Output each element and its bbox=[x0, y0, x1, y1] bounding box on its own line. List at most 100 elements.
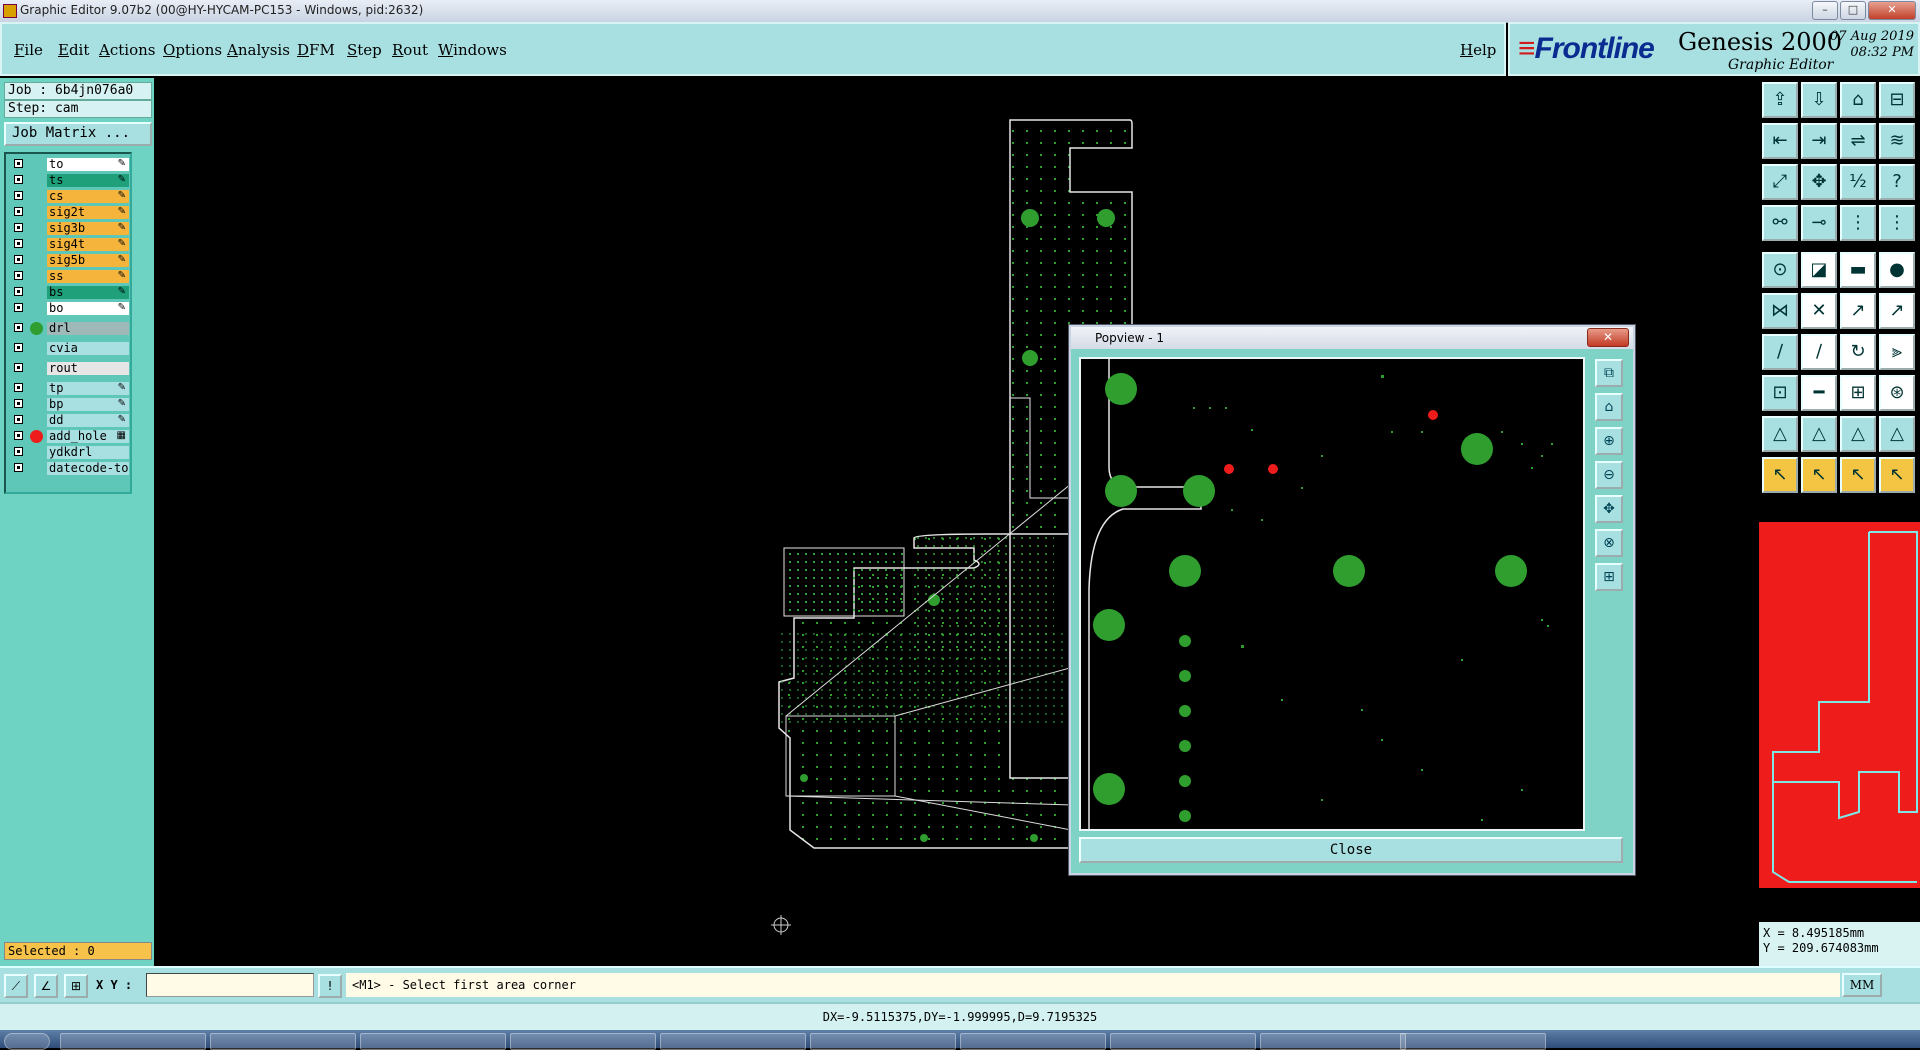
mirror-icon[interactable]: ⫸ bbox=[1879, 334, 1915, 370]
text-icon[interactable]: △ bbox=[1762, 416, 1798, 452]
taskbar-item[interactable] bbox=[360, 1033, 506, 1050]
taskbar-item[interactable] bbox=[960, 1033, 1106, 1050]
layer-row[interactable]: cs ✎ bbox=[10, 190, 129, 204]
layer-name[interactable]: rout bbox=[47, 362, 129, 375]
layer-checkbox[interactable] bbox=[14, 383, 23, 392]
layer-name[interactable]: drl bbox=[47, 322, 129, 335]
maximize-button[interactable]: □ bbox=[1840, 1, 1866, 20]
select-multi-icon[interactable]: ↖ bbox=[1879, 457, 1915, 493]
popview-title-bar[interactable]: Popview - 1 ✕ bbox=[1071, 327, 1633, 349]
taskbar-item[interactable] bbox=[1400, 1033, 1546, 1050]
menu-help[interactable]: Help bbox=[1460, 41, 1496, 59]
step-out-icon[interactable]: ⇥ bbox=[1801, 123, 1837, 159]
popview-canvas[interactable] bbox=[1079, 357, 1585, 831]
line-draw-icon[interactable]: ◪ bbox=[1801, 252, 1837, 288]
contour-icon[interactable]: ⊛ bbox=[1879, 375, 1915, 411]
job-matrix-button[interactable]: Job Matrix ... bbox=[4, 122, 152, 146]
taskbar-item[interactable] bbox=[60, 1033, 206, 1050]
window-icon[interactable]: ⊟ bbox=[1879, 82, 1915, 118]
xy-input[interactable] bbox=[146, 973, 314, 997]
measure-icon[interactable]: ⚯ bbox=[1762, 205, 1798, 241]
select-icon[interactable]: ↖ bbox=[1762, 457, 1798, 493]
grid-icon[interactable]: ⋮ bbox=[1879, 205, 1915, 241]
layer-row[interactable]: to ✎ bbox=[10, 158, 129, 172]
layer-name[interactable]: ydkdrl bbox=[47, 446, 129, 459]
layer-checkbox[interactable] bbox=[14, 239, 23, 248]
save-icon[interactable]: ⇩ bbox=[1801, 82, 1837, 118]
home-icon[interactable]: ⌂ bbox=[1840, 82, 1876, 118]
layer-checkbox[interactable] bbox=[14, 223, 23, 232]
fit-icon[interactable]: ⤢ bbox=[1762, 164, 1798, 200]
open-icon[interactable]: ⇪ bbox=[1762, 82, 1798, 118]
taskbar-item[interactable] bbox=[660, 1033, 806, 1050]
pad-icon[interactable]: ⊙ bbox=[1762, 252, 1798, 288]
layer-checkbox[interactable] bbox=[14, 415, 23, 424]
layer-name[interactable]: datecode-to bbox=[47, 462, 129, 475]
arc-poly-icon[interactable]: △ bbox=[1840, 416, 1876, 452]
zoom-in-icon[interactable]: ⊕ bbox=[1595, 427, 1623, 455]
layer-checkbox[interactable] bbox=[14, 447, 23, 456]
layer-checkbox[interactable] bbox=[14, 463, 23, 472]
layer-name[interactable]: cvia bbox=[47, 342, 129, 355]
layer-row[interactable]: sig3b ✎ bbox=[10, 222, 129, 236]
layer-icon[interactable]: ⇌ bbox=[1840, 123, 1876, 159]
snap-icon[interactable]: ⋮ bbox=[1840, 205, 1876, 241]
close-window-button[interactable]: ✕ bbox=[1868, 1, 1916, 20]
info-icon[interactable]: ! bbox=[318, 974, 342, 998]
layer-row[interactable]: drl bbox=[10, 322, 129, 336]
surface-icon[interactable]: ▬ bbox=[1840, 252, 1876, 288]
scale-icon[interactable]: ½ bbox=[1840, 164, 1876, 200]
layer-checkbox[interactable] bbox=[14, 287, 23, 296]
layer-checkbox[interactable] bbox=[14, 255, 23, 264]
board-minimap[interactable] bbox=[1759, 522, 1920, 888]
resize-icon[interactable]: ⊞ bbox=[1840, 375, 1876, 411]
layer-checkbox[interactable] bbox=[14, 323, 23, 332]
taskbar-item[interactable] bbox=[210, 1033, 356, 1050]
probe-icon[interactable]: ⊸ bbox=[1801, 205, 1837, 241]
layer-row[interactable]: add_hole ▦ bbox=[10, 430, 129, 444]
menu-windows[interactable]: Windows bbox=[438, 41, 507, 59]
layer-checkbox[interactable] bbox=[14, 159, 23, 168]
layer-row[interactable]: sig4t ✎ bbox=[10, 238, 129, 252]
circle-icon[interactable]: ● bbox=[1879, 252, 1915, 288]
line-icon[interactable]: ≋ bbox=[1879, 123, 1915, 159]
popview-close-button[interactable]: Close bbox=[1079, 837, 1623, 863]
layer-row[interactable]: cvia bbox=[10, 342, 129, 356]
layer-checkbox[interactable] bbox=[14, 431, 23, 440]
layer-row[interactable]: tp ✎ bbox=[10, 382, 129, 396]
menu-rout[interactable]: Rout bbox=[392, 41, 428, 59]
layer-checkbox[interactable] bbox=[14, 303, 23, 312]
help-icon[interactable]: ? bbox=[1879, 164, 1915, 200]
zoom-out-icon[interactable]: ⊖ bbox=[1595, 461, 1623, 489]
units-button[interactable]: MM bbox=[1842, 973, 1882, 997]
break-icon[interactable]: ━ bbox=[1801, 375, 1837, 411]
slot-icon[interactable]: △ bbox=[1879, 416, 1915, 452]
taskbar-item[interactable] bbox=[510, 1033, 656, 1050]
popview-zoom-view[interactable] bbox=[1081, 359, 1583, 829]
menu-options[interactable]: Options bbox=[163, 41, 222, 59]
fit-icon[interactable]: ⊞ bbox=[1595, 563, 1623, 591]
layer-row[interactable]: ydkdrl bbox=[10, 446, 129, 460]
menu-step[interactable]: Step bbox=[347, 41, 382, 59]
start-button[interactable] bbox=[4, 1033, 50, 1050]
rotate-icon[interactable]: ∕ bbox=[1801, 334, 1837, 370]
connect-icon[interactable]: ⋈ bbox=[1762, 293, 1798, 329]
layer-row[interactable]: ts ✎ bbox=[10, 174, 129, 188]
poly-icon[interactable]: △ bbox=[1801, 416, 1837, 452]
layer-checkbox[interactable] bbox=[14, 175, 23, 184]
menu-edit[interactable]: Edit bbox=[58, 41, 89, 59]
cross-icon[interactable]: ✕ bbox=[1801, 293, 1837, 329]
step-in-icon[interactable]: ⇤ bbox=[1762, 123, 1798, 159]
layer-row[interactable]: sig2t ✎ bbox=[10, 206, 129, 220]
taskbar-item[interactable] bbox=[1260, 1033, 1406, 1050]
layer-checkbox[interactable] bbox=[14, 343, 23, 352]
center-icon[interactable]: ⊗ bbox=[1595, 529, 1623, 557]
snap-mode-icon[interactable]: ⟋ bbox=[4, 974, 28, 998]
select-area-icon[interactable]: ↖ bbox=[1801, 457, 1837, 493]
taskbar-item[interactable] bbox=[810, 1033, 956, 1050]
layer-row[interactable]: dd ✎ bbox=[10, 414, 129, 428]
layer-checkbox[interactable] bbox=[14, 399, 23, 408]
center-icon[interactable]: ✥ bbox=[1801, 164, 1837, 200]
layer-checkbox[interactable] bbox=[14, 207, 23, 216]
copy-icon[interactable]: ↗ bbox=[1879, 293, 1915, 329]
